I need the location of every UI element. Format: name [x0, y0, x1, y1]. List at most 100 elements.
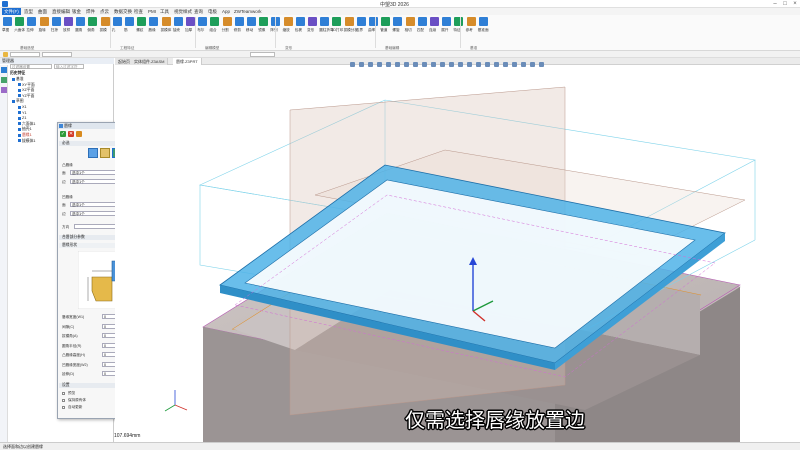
tab-app[interactable]: App — [220, 8, 232, 15]
assembly-icon[interactable] — [1, 77, 7, 83]
view-tool-icon[interactable] — [368, 62, 373, 67]
tree-item[interactable]: Z1 — [18, 116, 26, 120]
tree-item[interactable]: Y1 — [18, 111, 27, 115]
ribbon-button-29[interactable] — [356, 17, 366, 26]
ribbon-button-30[interactable] — [369, 17, 378, 26]
tab-pmi[interactable]: PMI — [146, 8, 158, 15]
ribbon-button-15[interactable] — [186, 17, 195, 26]
ribbon-button-10[interactable] — [125, 17, 134, 26]
ribbon-button-19[interactable] — [234, 17, 244, 26]
ribbon-button-25[interactable] — [308, 17, 317, 26]
type-convex-button[interactable] — [88, 148, 98, 158]
layer-dropdown[interactable] — [250, 52, 275, 57]
ribbon-button-11[interactable] — [137, 17, 147, 26]
tab-query[interactable]: 查询 — [192, 8, 205, 15]
checkbox-icon[interactable] — [12, 77, 15, 81]
ribbon-button-38[interactable] — [466, 17, 476, 26]
tab-tools[interactable]: 工具 — [158, 8, 171, 15]
view-tool-icon[interactable] — [395, 62, 400, 67]
ribbon-button-24[interactable] — [295, 17, 305, 26]
selection-dropdown[interactable] — [42, 52, 72, 57]
tree-item[interactable]: X1 — [18, 105, 27, 109]
tab-modeling[interactable]: 造型 — [22, 8, 35, 15]
checkbox-icon[interactable] — [12, 99, 15, 103]
ribbon-button-5[interactable] — [64, 17, 73, 26]
filter-dropdown[interactable] — [10, 52, 40, 57]
checkbox-icon[interactable] — [18, 139, 21, 143]
view-tool-icon[interactable] — [350, 62, 355, 67]
cancel-icon[interactable]: ✕ — [68, 131, 74, 137]
checkbox-icon[interactable] — [18, 133, 21, 137]
view-tool-icon[interactable] — [476, 62, 481, 67]
tab-weldment[interactable]: 焊件 — [84, 8, 97, 15]
ribbon-button-0[interactable] — [3, 17, 12, 26]
view-tool-icon[interactable] — [359, 62, 364, 67]
view-tool-icon[interactable] — [458, 62, 463, 67]
close-button[interactable]: × — [790, 0, 800, 8]
tab-zwteamwork[interactable]: ZWTeamwork — [232, 8, 264, 15]
ribbon-button-18[interactable] — [222, 17, 232, 26]
view-tool-icon[interactable] — [449, 62, 454, 67]
tab-file[interactable]: 文件(F) — [2, 8, 21, 15]
ribbon-button-1[interactable] — [15, 17, 25, 26]
view-tool-icon[interactable] — [512, 62, 517, 67]
ribbon-button-14[interactable] — [173, 17, 183, 26]
view-tool-icon[interactable] — [503, 62, 508, 67]
tab-direct-edit[interactable]: 直接编辑 — [50, 8, 72, 15]
ribbon-button-35[interactable] — [430, 17, 439, 26]
tree-item[interactable]: XZ平面 — [18, 88, 34, 93]
ribbon-button-36[interactable] — [442, 17, 452, 26]
tree-item[interactable]: 基准 — [12, 77, 24, 82]
tree-item[interactable]: 草图 — [12, 99, 24, 104]
view-tool-icon[interactable] — [467, 62, 472, 67]
checkbox-icon[interactable] — [18, 94, 21, 98]
ribbon-button-27[interactable] — [332, 17, 342, 26]
minimize-button[interactable]: – — [770, 0, 780, 8]
ok-icon[interactable]: ✓ — [60, 131, 66, 137]
view-tool-icon[interactable] — [431, 62, 436, 67]
checkbox-icon[interactable] — [18, 83, 21, 87]
history-icon[interactable] — [1, 67, 7, 73]
maximize-button[interactable]: □ — [780, 0, 790, 8]
tree-item[interactable]: 抽壳1 — [18, 127, 32, 132]
type-concave-button[interactable] — [100, 148, 110, 158]
view-tool-icon[interactable] — [530, 62, 535, 67]
tab-assembly[interactable]: 实体组件.Z3ASM — [131, 58, 169, 65]
ribbon-button-6[interactable] — [76, 17, 86, 26]
ribbon-button-12[interactable] — [149, 17, 159, 26]
ribbon-button-4[interactable] — [51, 17, 61, 26]
setting-checkbox[interactable] — [62, 392, 65, 395]
ribbon-button-17[interactable] — [210, 17, 220, 26]
tab-data-exchange[interactable]: 数据交换 — [112, 8, 134, 15]
view-tool-icon[interactable] — [494, 62, 499, 67]
graphics-viewport[interactable] — [115, 65, 800, 442]
ribbon-button-3[interactable] — [39, 17, 49, 26]
view-tool-icon[interactable] — [422, 62, 427, 67]
ribbon-button-26[interactable] — [320, 17, 330, 26]
tree-item[interactable]: 拔模体1 — [18, 139, 36, 144]
tab-surface[interactable]: 曲面 — [36, 8, 49, 15]
ribbon-button-28[interactable] — [344, 17, 354, 26]
view-tool-icon[interactable] — [413, 62, 418, 67]
tab-lip-part[interactable]: 唇缘.Z3PRT — [173, 58, 202, 65]
tab-sheetmetal[interactable]: 钣金 — [70, 8, 83, 15]
ribbon-button-7[interactable] — [88, 17, 98, 26]
ribbon-button-32[interactable] — [393, 17, 403, 26]
ribbon-button-23[interactable] — [283, 17, 293, 26]
setting-checkbox[interactable] — [62, 399, 65, 402]
ribbon-button-8[interactable] — [100, 17, 110, 26]
ribbon-button-13[interactable] — [161, 17, 171, 26]
ribbon-button-2[interactable] — [27, 17, 37, 26]
view-tool-icon[interactable] — [404, 62, 409, 67]
view-tool-icon[interactable] — [377, 62, 382, 67]
view-tool-icon[interactable] — [386, 62, 391, 67]
ribbon-button-33[interactable] — [405, 17, 415, 26]
checkbox-icon[interactable] — [18, 111, 21, 115]
apply-icon[interactable] — [76, 131, 82, 137]
view-tool-icon[interactable] — [440, 62, 445, 67]
view-tool-icon[interactable] — [539, 62, 544, 67]
ribbon-button-31[interactable] — [381, 17, 391, 26]
tab-pointcloud[interactable]: 点云 — [98, 8, 111, 15]
filter-icon[interactable] — [3, 52, 8, 57]
tree-item[interactable]: XY平面 — [18, 83, 35, 88]
